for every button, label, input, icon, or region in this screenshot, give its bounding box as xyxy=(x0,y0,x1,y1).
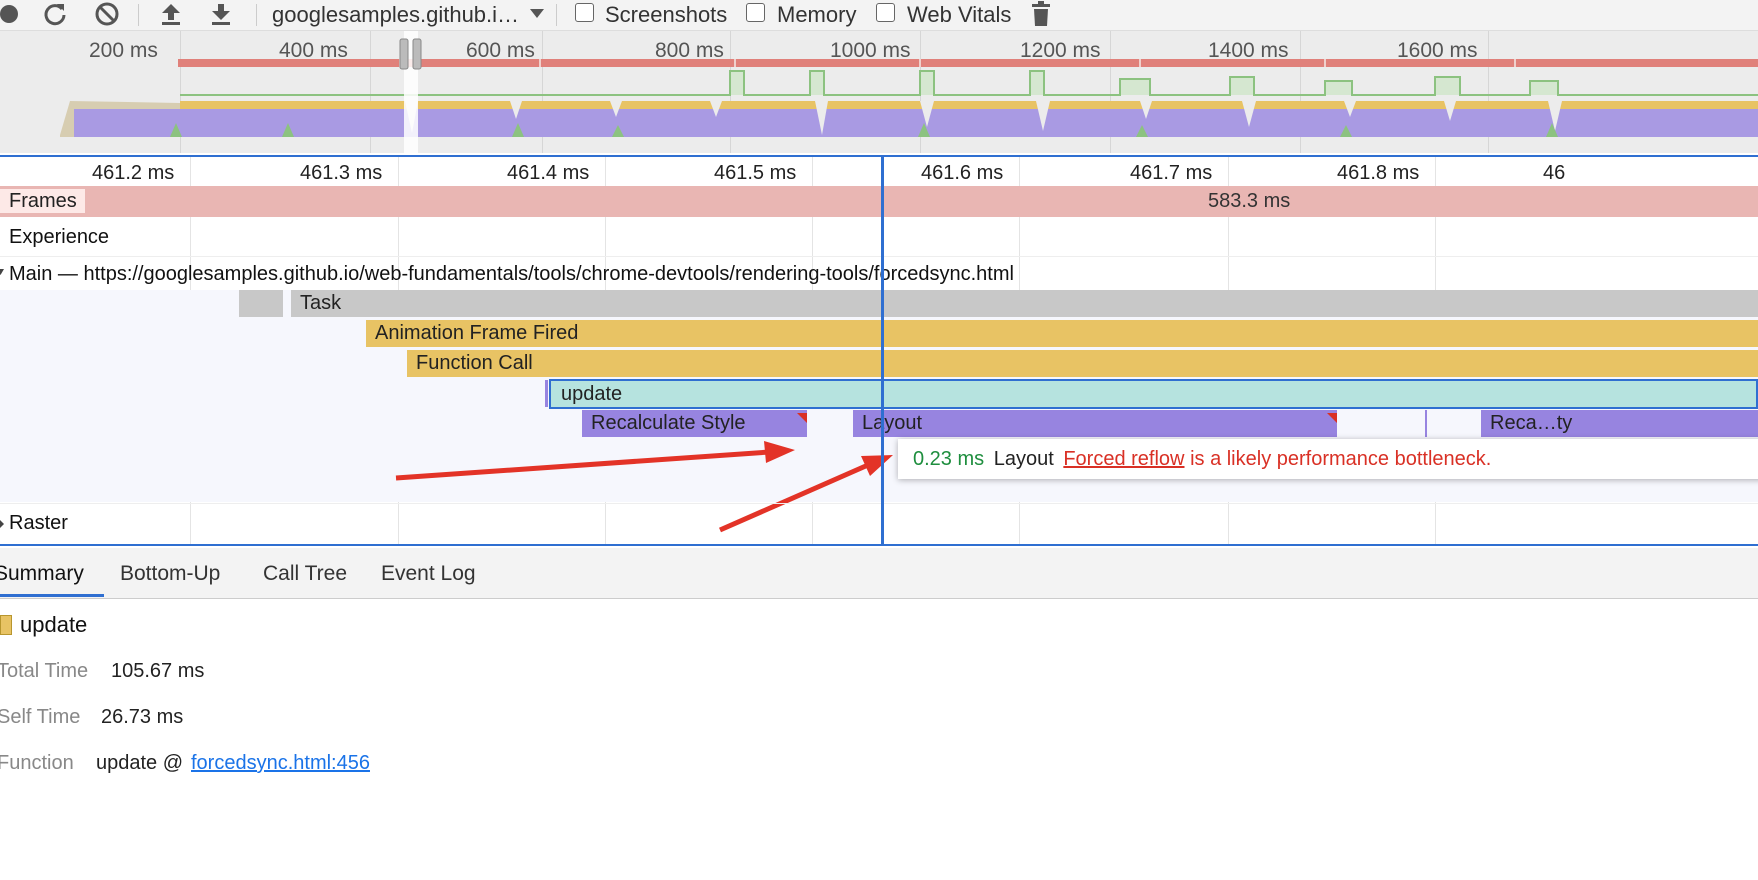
total-time-label: Total Time xyxy=(0,660,89,682)
tab-call-tree[interactable]: Call Tree xyxy=(263,562,347,586)
category-swatch xyxy=(0,615,12,635)
selection-cursor xyxy=(881,155,884,546)
tab-event-log[interactable]: Event Log xyxy=(381,562,476,586)
self-time-label: Self Time xyxy=(0,706,81,728)
expand-arrow-icon[interactable] xyxy=(0,517,5,535)
function-value: update @ xyxy=(96,752,184,774)
raster-track[interactable]: Raster xyxy=(0,503,1758,542)
details-tabs: Summary Bottom-Up Call Tree Event Log xyxy=(0,548,1758,599)
tab-bottom-up[interactable]: Bottom-Up xyxy=(120,562,220,586)
summary-title: update xyxy=(20,612,88,637)
active-tab-indicator xyxy=(0,594,104,597)
raster-label: Raster xyxy=(9,512,68,534)
function-label: Function xyxy=(0,752,74,774)
tab-summary[interactable]: Summary xyxy=(0,562,84,586)
annotation-arrows xyxy=(395,441,893,533)
total-time-value: 105.67 ms xyxy=(111,660,205,682)
self-time-value: 26.73 ms xyxy=(101,706,184,728)
function-source-link[interactable]: forcedsync.html:456 xyxy=(191,752,370,775)
